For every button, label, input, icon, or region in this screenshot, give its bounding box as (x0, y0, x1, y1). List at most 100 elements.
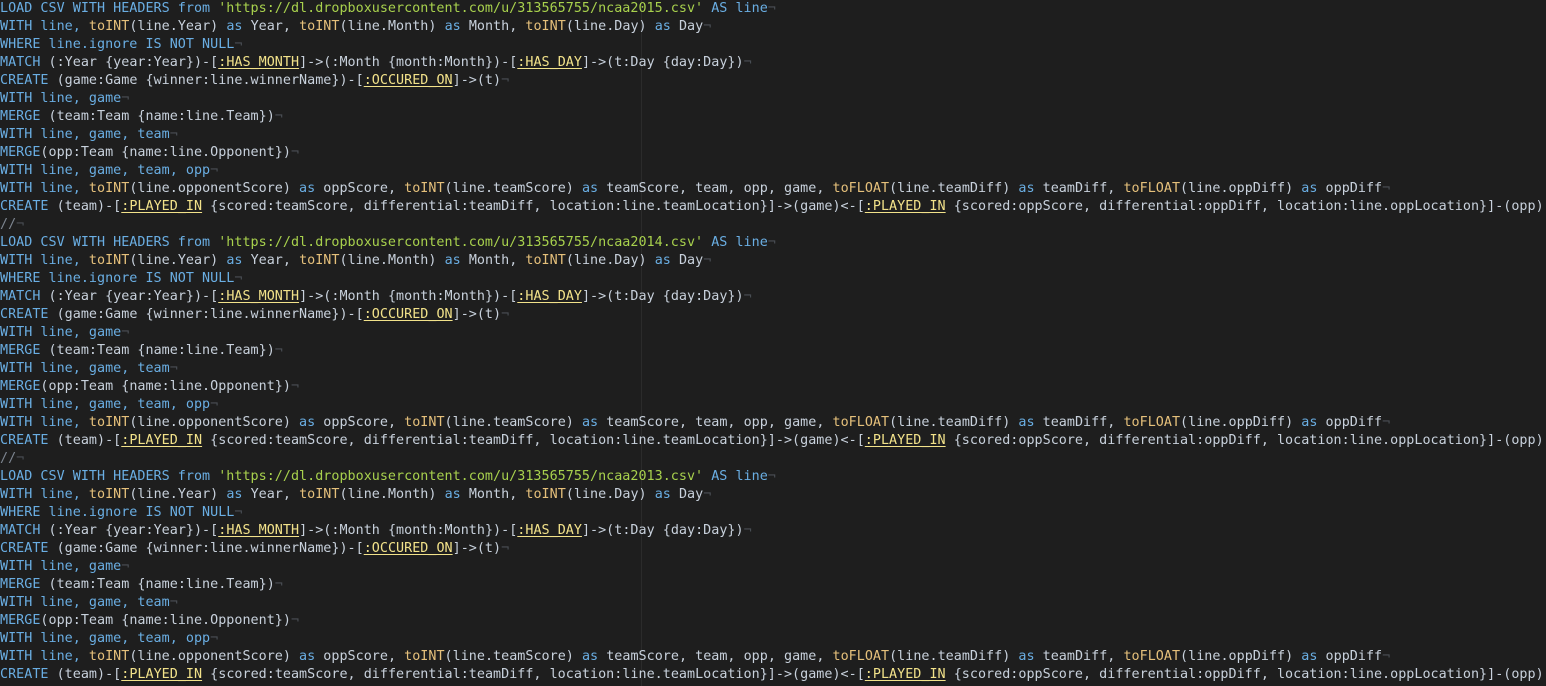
text-token: (line.teamScore) (444, 415, 582, 430)
code-line[interactable]: LOAD CSV WITH HEADERS from 'https://dl.d… (0, 234, 1546, 252)
function-token: toFLOAT (832, 649, 890, 664)
code-line[interactable]: LOAD CSV WITH HEADERS from 'https://dl.d… (0, 0, 1546, 18)
text-token: (line.Month) (339, 253, 445, 268)
code-line[interactable]: WITH line, game, team¬ (0, 594, 1546, 612)
keyword-token: CREATE (0, 199, 49, 214)
code-line[interactable]: WITH line, toINT(line.opponentScore) as … (0, 414, 1546, 432)
code-line[interactable]: WITH line, game, team¬ (0, 360, 1546, 378)
keyword-token: AS line (703, 469, 768, 484)
function-token: toINT (404, 415, 445, 430)
text-token: (team:Team {name:line.Team}) (40, 343, 275, 358)
keyword-token: WITH line, game (0, 91, 122, 106)
text-token: (line.teamDiff) (889, 181, 1019, 196)
code-line[interactable]: WITH line, toINT(line.Year) as Year, toI… (0, 252, 1546, 270)
line-end-marker: ¬ (169, 127, 178, 142)
line-end-marker: ¬ (169, 361, 178, 376)
text-token: (line.Year) (129, 487, 227, 502)
code-line[interactable]: //¬ (0, 216, 1546, 234)
text-token: teamScore, team, opp, game, (598, 181, 833, 196)
text-token: ]->(t) (452, 307, 502, 322)
code-line[interactable]: MERGE (team:Team {name:line.Team})¬ (0, 342, 1546, 360)
code-line[interactable]: WITH line, game¬ (0, 324, 1546, 342)
keyword-token: as (1301, 181, 1318, 196)
function-token: toINT (299, 19, 340, 34)
function-token: toFLOAT (832, 415, 890, 430)
keyword-token: MERGE (0, 145, 41, 160)
code-line[interactable]: MATCH (:Year {year:Year})-[:HAS_MONTH]->… (0, 522, 1546, 540)
text-token: Year, (242, 487, 300, 502)
relationship-token: :HAS_DAY (517, 55, 582, 70)
code-line[interactable]: CREATE (team)-[:PLAYED_IN {scored:teamSc… (0, 198, 1546, 216)
keyword-token: CREATE (0, 541, 49, 556)
keyword-token: MERGE (0, 613, 41, 628)
relationship-token: :HAS_DAY (517, 289, 582, 304)
text-token: (line.Month) (339, 487, 445, 502)
code-line[interactable]: WITH line, game¬ (0, 90, 1546, 108)
comment-token: // (0, 217, 17, 232)
code-line[interactable]: WITH line, game, team, opp¬ (0, 630, 1546, 648)
code-line[interactable]: WITH line, game, team¬ (0, 126, 1546, 144)
text-token: {scored:oppScore, differential:oppDiff, … (945, 433, 1546, 448)
line-end-marker: ¬ (210, 397, 219, 412)
code-line[interactable]: WHERE line.ignore IS NOT NULL¬ (0, 270, 1546, 288)
relationship-token: :OCCURED_ON (363, 73, 453, 88)
text-token: (game:Game {winner:line.winnerName})-[ (48, 541, 364, 556)
text-token: (line.opponentScore) (129, 415, 300, 430)
keyword-token: WITH line, game, team (0, 361, 170, 376)
keyword-token: MERGE (0, 577, 41, 592)
code-line[interactable]: WITH line, game, team, opp¬ (0, 162, 1546, 180)
code-line[interactable]: WITH line, game, team, opp¬ (0, 396, 1546, 414)
keyword-token: WITH line, game (0, 325, 122, 340)
code-line[interactable]: MATCH (:Year {year:Year})-[:HAS_MONTH]->… (0, 288, 1546, 306)
line-end-marker: ¬ (234, 271, 243, 286)
text-token: {scored:teamScore, differential:teamDiff… (202, 199, 865, 214)
code-line[interactable]: MERGE(opp:Team {name:line.Opponent})¬ (0, 144, 1546, 162)
keyword-token: as (654, 19, 671, 34)
line-end-marker: ¬ (121, 559, 130, 574)
text-token: (:Year {year:Year})-[ (40, 523, 219, 538)
keyword-token: as (444, 19, 461, 34)
code-line[interactable]: WHERE line.ignore IS NOT NULL¬ (0, 504, 1546, 522)
code-line[interactable]: LOAD CSV WITH HEADERS from 'https://dl.d… (0, 468, 1546, 486)
text-token: Day (670, 253, 704, 268)
code-line[interactable]: WHERE line.ignore IS NOT NULL¬ (0, 36, 1546, 54)
string-token: 'https://dl.dropboxusercontent.com/u/313… (218, 1, 704, 16)
text-token: teamDiff, (1034, 649, 1124, 664)
code-line[interactable]: MERGE(opp:Team {name:line.Opponent})¬ (0, 378, 1546, 396)
line-end-marker: ¬ (743, 289, 752, 304)
code-line[interactable]: MERGE(opp:Team {name:line.Opponent})¬ (0, 612, 1546, 630)
code-line[interactable]: CREATE (game:Game {winner:line.winnerNam… (0, 306, 1546, 324)
text-token: (line.opponentScore) (129, 649, 300, 664)
text-token: (team)-[ (48, 433, 122, 448)
keyword-token: MATCH (0, 523, 41, 538)
code-line[interactable]: WITH line, toINT(line.opponentScore) as … (0, 648, 1546, 666)
code-line[interactable]: CREATE (game:Game {winner:line.winnerNam… (0, 540, 1546, 558)
line-end-marker: ¬ (274, 577, 283, 592)
keyword-token: as (226, 19, 243, 34)
relationship-token: :PLAYED_IN (121, 667, 203, 682)
code-text-area[interactable]: LOAD CSV WITH HEADERS from 'https://dl.d… (0, 0, 1546, 684)
code-line[interactable]: CREATE (team)-[:PLAYED_IN {scored:teamSc… (0, 432, 1546, 450)
keyword-token: CREATE (0, 433, 49, 448)
keyword-token: AS line (703, 1, 768, 16)
keyword-token: MERGE (0, 379, 41, 394)
function-token: toINT (88, 487, 130, 502)
code-line[interactable]: CREATE (team)-[:PLAYED_IN {scored:teamSc… (0, 666, 1546, 684)
code-line[interactable]: MERGE (team:Team {name:line.Team})¬ (0, 108, 1546, 126)
text-token: (line.Day) (565, 19, 655, 34)
code-line[interactable]: WITH line, toINT(line.Year) as Year, toI… (0, 486, 1546, 504)
line-end-marker: ¬ (169, 595, 178, 610)
text-token: (line.oppDiff) (1180, 181, 1302, 196)
line-end-marker: ¬ (16, 451, 25, 466)
code-line[interactable]: WITH line, toINT(line.opponentScore) as … (0, 180, 1546, 198)
code-line[interactable]: MERGE (team:Team {name:line.Team})¬ (0, 576, 1546, 594)
line-end-marker: ¬ (501, 307, 510, 322)
code-line[interactable]: CREATE (game:Game {winner:line.winnerNam… (0, 72, 1546, 90)
code-line[interactable]: WITH line, toINT(line.Year) as Year, toI… (0, 18, 1546, 36)
code-line[interactable]: WITH line, game¬ (0, 558, 1546, 576)
keyword-token: CREATE (0, 307, 49, 322)
code-line[interactable]: //¬ (0, 450, 1546, 468)
keyword-token: as (1018, 649, 1035, 664)
code-line[interactable]: MATCH (:Year {year:Year})-[:HAS_MONTH]->… (0, 54, 1546, 72)
code-editor[interactable]: LOAD CSV WITH HEADERS from 'https://dl.d… (0, 0, 1546, 686)
